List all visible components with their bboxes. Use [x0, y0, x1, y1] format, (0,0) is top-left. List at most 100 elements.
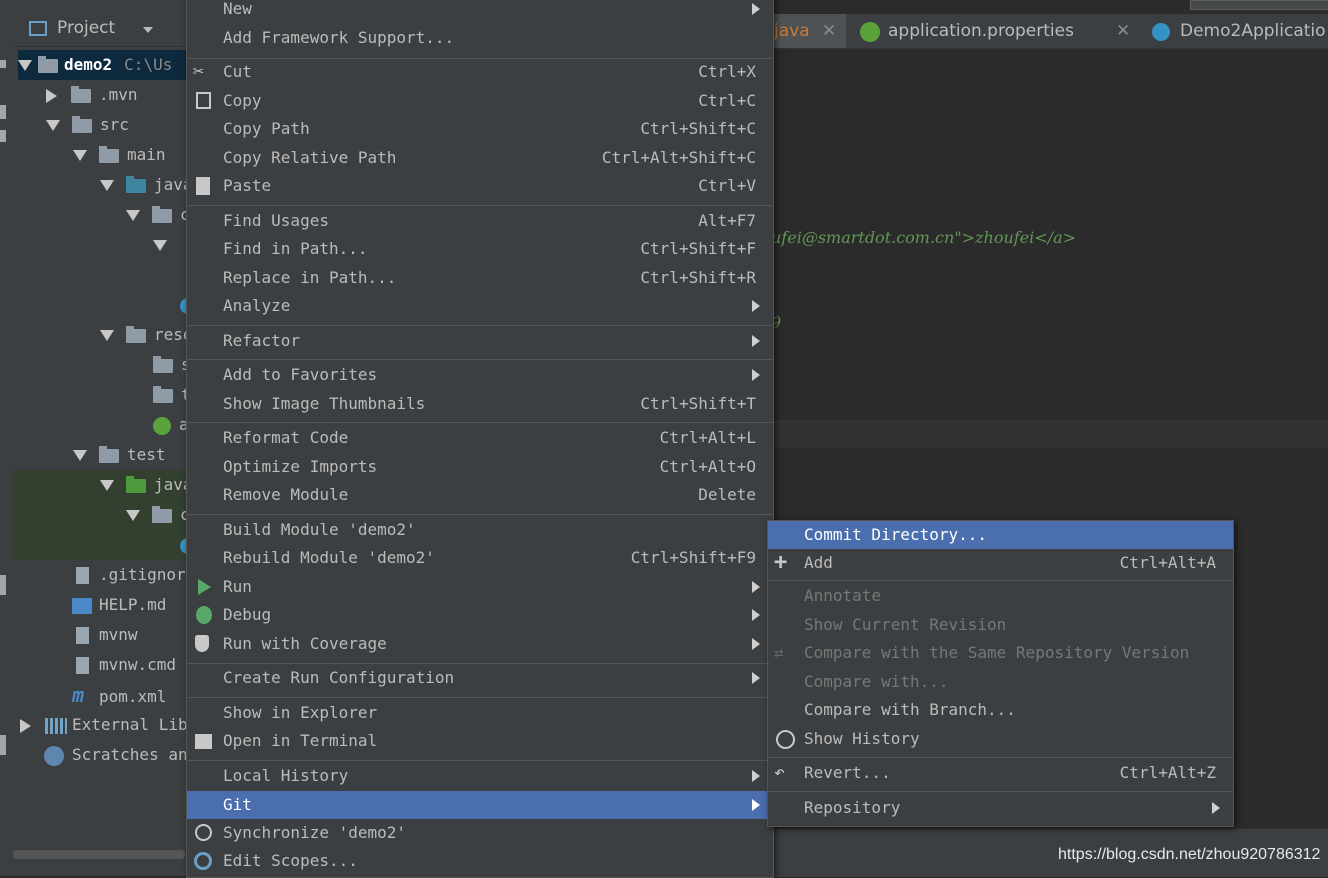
menu-item-add-to-favorites[interactable]: Add to Favorites: [187, 361, 773, 389]
menu-item-show-current-revision[interactable]: Show Current Revision: [768, 611, 1233, 639]
tree-item-gitignore[interactable]: .gitignor: [76, 560, 186, 590]
expand-arrow-icon[interactable]: [73, 450, 87, 461]
menu-item-remove-module[interactable]: Remove Module Delete: [187, 481, 773, 509]
menu-item-show-image-thumbnails[interactable]: Show Image Thumbnails Ctrl+Shift+T: [187, 390, 773, 418]
tree-item-pom-xml[interactable]: m pom.xml: [72, 680, 166, 710]
toolbar-field[interactable]: [1190, 0, 1328, 10]
expand-arrow-icon[interactable]: [100, 330, 114, 341]
tree-item-package[interactable]: c: [126, 200, 190, 230]
tree-item-templates[interactable]: t: [153, 380, 191, 410]
menu-item-synchronize[interactable]: Synchronize 'demo2': [187, 819, 773, 847]
tab-application-properties[interactable]: application.properties ✕: [848, 14, 1138, 48]
expand-arrow-icon[interactable]: [18, 60, 32, 71]
tab-demo2application[interactable]: Demo2Applicatio: [1140, 14, 1328, 48]
menu-item-copy-relative-path[interactable]: Copy Relative Path Ctrl+Alt+Shift+C: [187, 144, 773, 172]
menu-item-refactor[interactable]: Refactor: [187, 327, 773, 355]
expand-arrow-icon[interactable]: [100, 480, 114, 491]
menu-item-build-module[interactable]: Build Module 'demo2': [187, 516, 773, 544]
menu-item-git[interactable]: Git: [187, 791, 773, 819]
tree-item-test[interactable]: test: [73, 440, 166, 470]
tree-item-test-package[interactable]: c: [126, 500, 190, 530]
menu-item-label: Add to Favorites: [223, 365, 378, 384]
menu-item-show-in-explorer[interactable]: Show in Explorer: [187, 699, 773, 727]
menu-item-compare-with[interactable]: Compare with...: [768, 668, 1233, 696]
menu-item-shortcut: Ctrl+V: [698, 176, 756, 195]
tree-item-external-libraries[interactable]: External Lib: [20, 710, 188, 740]
menu-item-run-with-coverage[interactable]: Run with Coverage: [187, 630, 773, 658]
close-icon[interactable]: ✕: [1116, 14, 1130, 48]
tree-item-mvnw[interactable]: mvnw: [76, 620, 138, 650]
submenu-arrow-icon: [752, 3, 760, 15]
menu-item-edit-scopes[interactable]: Edit Scopes...: [187, 847, 773, 875]
close-icon[interactable]: ✕: [822, 14, 836, 48]
menu-item-commit-directory[interactable]: Commit Directory...: [768, 521, 1233, 549]
horizontal-scrollbar[interactable]: [13, 850, 185, 859]
menu-item-find-in-path[interactable]: Find in Path... Ctrl+Shift+F: [187, 235, 773, 263]
menu-item-compare-same-repository-version[interactable]: ⇄ Compare with the Same Repository Versio…: [768, 639, 1233, 667]
tab-java[interactable]: java ✕: [770, 14, 846, 48]
menu-separator: [187, 359, 773, 360]
expand-arrow-icon[interactable]: [126, 210, 140, 221]
menu-item-optimize-imports[interactable]: Optimize Imports Ctrl+Alt+O: [187, 453, 773, 481]
menu-item-local-history[interactable]: Local History: [187, 762, 773, 790]
expand-arrow-icon[interactable]: [126, 510, 140, 521]
menu-item-open-in-terminal[interactable]: Open in Terminal: [187, 727, 773, 755]
menu-item-replace-in-path[interactable]: Replace in Path... Ctrl+Shift+R: [187, 264, 773, 292]
strip-marker: [0, 735, 6, 755]
menu-item-rebuild-module[interactable]: Rebuild Module 'demo2' Ctrl+Shift+F9: [187, 544, 773, 572]
expand-arrow-icon[interactable]: [46, 88, 57, 103]
menu-item-label: Find in Path...: [223, 239, 368, 258]
expand-arrow-icon[interactable]: [73, 150, 87, 161]
menu-item-paste[interactable]: Paste Ctrl+V: [187, 172, 773, 200]
submenu-arrow-icon: [1212, 802, 1220, 814]
tree-item-java-main[interactable]: java: [100, 170, 193, 200]
tree-item-src[interactable]: src: [46, 110, 129, 140]
expand-arrow-icon[interactable]: [100, 180, 114, 191]
menu-item-debug[interactable]: Debug: [187, 601, 773, 629]
context-menu: New Add Framework Support... ✂ Cut Ctrl+X …: [186, 0, 774, 878]
tree-item-label: test: [127, 445, 166, 464]
menu-item-show-history[interactable]: Show History: [768, 725, 1233, 753]
menu-item-annotate[interactable]: Annotate: [768, 582, 1233, 610]
menu-item-analyze[interactable]: Analyze: [187, 292, 773, 320]
tree-item-mvnw-cmd[interactable]: mvnw.cmd: [76, 650, 176, 680]
menu-item-run[interactable]: Run: [187, 573, 773, 601]
tree-item-mvn[interactable]: .mvn: [46, 80, 138, 110]
menu-item-reformat-code[interactable]: Reformat Code Ctrl+Alt+L: [187, 424, 773, 452]
menu-item-cut[interactable]: ✂ Cut Ctrl+X: [187, 58, 773, 86]
tree-item-subpackage[interactable]: [153, 230, 175, 260]
tab-label: java: [774, 21, 810, 41]
tree-item-application-properties[interactable]: a: [153, 410, 189, 440]
editor-tab-bar: java ✕ application.properties ✕ Demo2Appli…: [770, 14, 1328, 49]
tree-item-resources[interactable]: reso: [100, 320, 193, 350]
menu-item-compare-with-branch[interactable]: Compare with Branch...: [768, 696, 1233, 724]
menu-item-copy-path[interactable]: Copy Path Ctrl+Shift+C: [187, 115, 773, 143]
tree-item-main[interactable]: main: [73, 140, 166, 170]
menu-item-label: Git: [223, 795, 252, 814]
menu-item-label: Commit Directory...: [804, 525, 988, 544]
menu-item-label: Compare with the Same Repository Version: [804, 643, 1190, 662]
plus-icon: +: [774, 550, 788, 575]
expand-arrow-icon[interactable]: [153, 240, 167, 251]
menu-item-add-framework-support[interactable]: Add Framework Support...: [187, 24, 773, 52]
submenu-arrow-icon: [752, 638, 760, 650]
tree-item-java-test[interactable]: java: [100, 470, 193, 500]
tree-item-static[interactable]: s: [153, 350, 191, 380]
project-panel-header[interactable]: Project: [13, 12, 213, 47]
menu-item-add[interactable]: + Add Ctrl+Alt+A: [768, 549, 1233, 577]
menu-item-create-run-configuration[interactable]: Create Run Configuration: [187, 664, 773, 692]
menu-item-copy[interactable]: Copy Ctrl+C: [187, 87, 773, 115]
tree-item-help-md[interactable]: HELP.md: [72, 590, 166, 620]
menu-item-new[interactable]: New: [187, 0, 773, 23]
menu-item-find-usages[interactable]: Find Usages Alt+F7: [187, 207, 773, 235]
menu-item-label: Paste: [223, 176, 272, 195]
expand-arrow-icon[interactable]: [46, 120, 60, 131]
expand-arrow-icon[interactable]: [20, 718, 31, 733]
menu-item-revert[interactable]: ↶ Revert... Ctrl+Alt+Z: [768, 759, 1233, 787]
tree-item-scratches[interactable]: Scratches an: [44, 740, 188, 770]
dropdown-icon[interactable]: [143, 27, 153, 33]
tree-item-demo2[interactable]: demo2 C:\Us: [18, 50, 213, 80]
file-icon: [76, 627, 89, 644]
menu-item-repository[interactable]: Repository: [768, 794, 1233, 822]
menu-item-shortcut: Ctrl+Shift+T: [640, 394, 756, 413]
